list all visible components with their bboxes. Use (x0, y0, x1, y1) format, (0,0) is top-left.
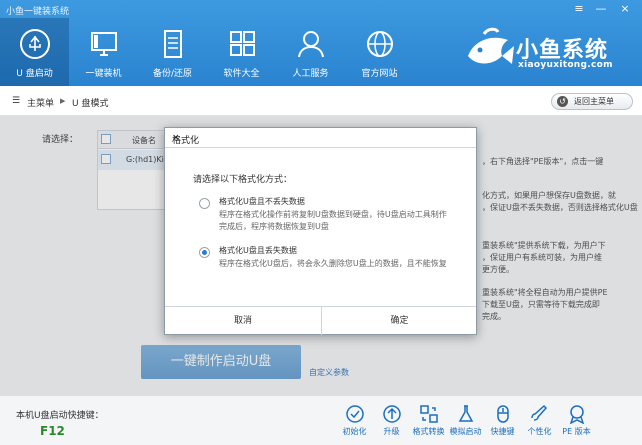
mouse-icon (496, 405, 509, 423)
option-description: 完成后，程序将数据恢复到U盘 (219, 222, 329, 231)
back-to-main-button[interactable]: ↺ 返回主菜单 (551, 93, 633, 110)
back-arrow-icon: ↺ (557, 96, 568, 107)
nav-item-software[interactable]: 软件大全 (207, 18, 276, 86)
person-icon (297, 31, 324, 58)
confirm-button[interactable]: 确定 (322, 307, 477, 335)
breadcrumb: ☰ 主菜单 ▶ U 盘模式 ↺ 返回主菜单 (0, 86, 642, 116)
tool-format-convert[interactable]: 格式转换 (410, 404, 447, 440)
format-dialog: 格式化 × 请选择以下格式化方式： 格式化U盘且不丢失数据 程序在格式化操作前将… (164, 127, 477, 335)
close-icon[interactable]: × (172, 133, 470, 143)
cancel-button[interactable]: 取消 (165, 307, 321, 335)
upload-circle-icon (382, 405, 401, 423)
nav-item-usb-boot[interactable]: U 盘启动 (0, 18, 69, 86)
top-bar: 小鱼一键装系统 ≡ — × U 盘启动 一键装机 备份/还原 软件大全 人工服务… (0, 0, 642, 86)
tool-simulate-boot[interactable]: 模拟启动 (447, 404, 484, 440)
option-title: 格式化U盘且不丢失数据 (219, 197, 305, 206)
brush-icon (530, 404, 547, 421)
convert-icon (419, 405, 438, 423)
document-icon (163, 30, 182, 58)
nav-item-one-click-install[interactable]: 一键装机 (69, 18, 138, 86)
nav-item-label: 官方网站 (361, 69, 398, 79)
monitor-icon (90, 32, 117, 56)
brand-url: xiaoyuxitong.com (518, 60, 613, 70)
tool-personalize[interactable]: 个性化 (521, 404, 558, 440)
main-nav: U 盘启动 一键装机 备份/还原 软件大全 人工服务 官方网站 (0, 18, 414, 86)
nav-item-backup-restore[interactable]: 备份/还原 (138, 18, 207, 86)
list-menu-icon: ☰ (12, 96, 21, 106)
globe-icon (366, 31, 393, 57)
lose-data-radio[interactable] (199, 247, 210, 258)
option-title: 格式化U盘且丢失数据 (219, 246, 297, 255)
back-button-label: 返回主菜单 (574, 97, 614, 106)
flask-icon (458, 405, 473, 422)
hotkey-value: F12 (40, 424, 65, 438)
keep-data-radio[interactable] (199, 198, 210, 209)
dialog-prompt: 请选择以下格式化方式： (193, 175, 293, 185)
badge-icon (569, 405, 584, 424)
dialog-title-bar: 格式化 × (165, 128, 476, 148)
usb-icon (19, 29, 50, 59)
check-circle-icon (345, 405, 364, 423)
close-icon[interactable]: × (617, 2, 633, 15)
nav-item-support[interactable]: 人工服务 (276, 18, 345, 86)
nav-item-label: 软件大全 (223, 69, 260, 79)
tool-pe-version[interactable]: PE 版本 (558, 404, 595, 440)
breadcrumb-current: U 盘模式 (72, 99, 109, 109)
nav-item-website[interactable]: 官方网站 (345, 18, 414, 86)
tool-upgrade[interactable]: 升级 (373, 404, 410, 440)
nav-item-label: 人工服务 (292, 69, 329, 79)
menu-icon[interactable]: ≡ (571, 2, 587, 15)
nav-item-label: 一键装机 (85, 69, 122, 79)
option-description: 程序在格式化U盘后，将会永久删除您U盘上的数据，且不能恢复 (219, 259, 447, 268)
tool-bar: 初始化 升级 格式转换 模拟启动 快捷键 个性化 PE 版本 (336, 404, 595, 440)
brand-logo: 小鱼系统 xiaoyuxitong.com (462, 26, 637, 80)
dialog-footer: 取消 确定 (165, 306, 477, 335)
breadcrumb-home[interactable]: 主菜单 (27, 96, 54, 109)
option-description: 程序在格式化操作前将复制U盘数据到硬盘，待U盘启动工具制作 (219, 210, 447, 219)
hotkey-label: 本机U盘启动快捷键： (16, 411, 104, 421)
minimize-icon[interactable]: — (593, 2, 609, 15)
tool-initialize[interactable]: 初始化 (336, 404, 373, 440)
nav-item-label: U 盘启动 (16, 69, 53, 79)
tool-label: PE 版本 (562, 427, 591, 436)
window-title: 小鱼一键装系统 (6, 7, 70, 17)
tool-hotkey[interactable]: 快捷键 (484, 404, 521, 440)
nav-item-label: 备份/还原 (152, 69, 193, 79)
fish-logo-icon (468, 27, 514, 64)
breadcrumb-separator-icon: ▶ (60, 97, 66, 105)
apps-grid-icon (229, 31, 255, 56)
